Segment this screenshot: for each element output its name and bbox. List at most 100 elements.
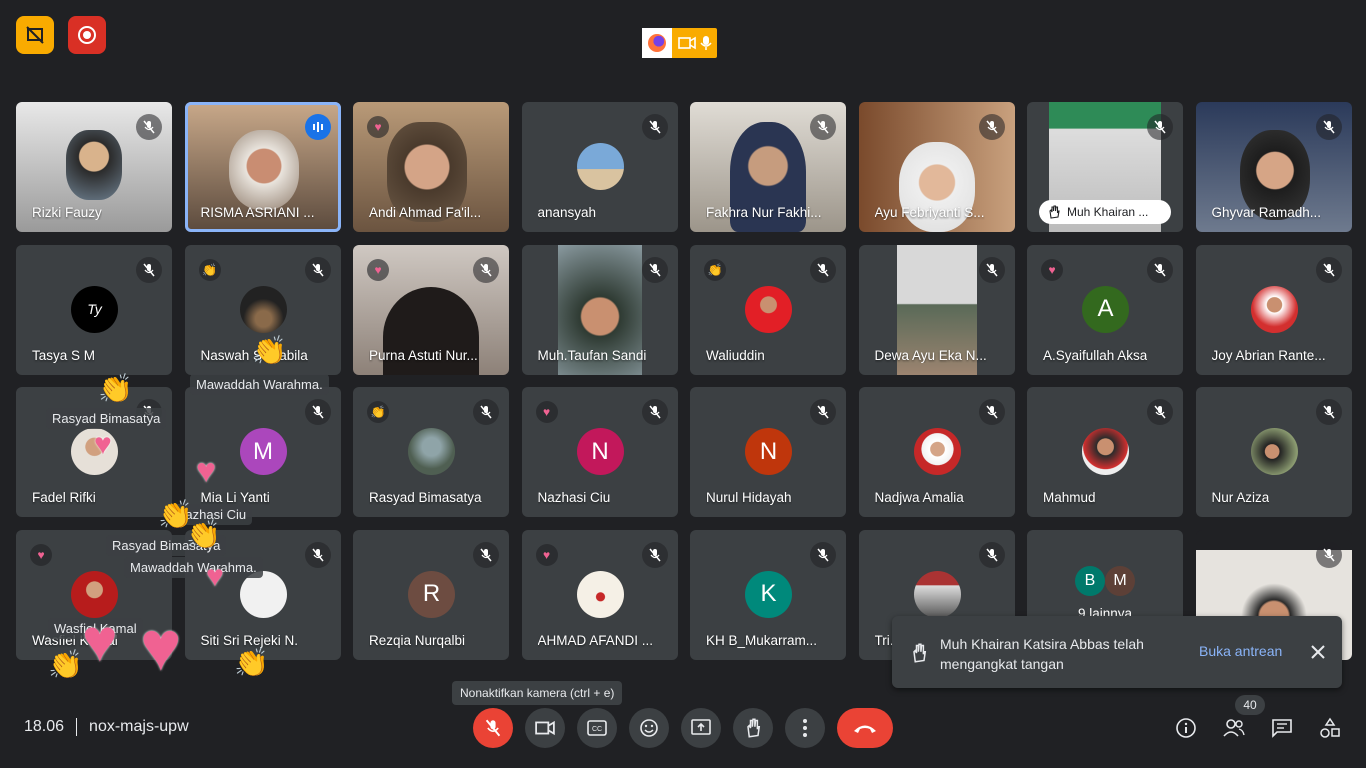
clap-icon: 👏 <box>252 335 287 366</box>
participant-tile[interactable]: anansyah <box>521 102 678 232</box>
record-button[interactable] <box>68 16 106 54</box>
participant-tile[interactable]: Ty Tasya S M <box>16 244 172 375</box>
clap-icon: 👏 <box>186 519 221 550</box>
mic-off-icon <box>1315 541 1342 568</box>
mic-off-icon <box>810 114 836 140</box>
present-now-button[interactable] <box>681 708 721 748</box>
participant-tile[interactable]: N Nurul Hidayah <box>690 387 846 517</box>
chat-button[interactable] <box>1266 712 1298 744</box>
close-icon[interactable] <box>1310 644 1326 660</box>
mic-off-icon <box>473 256 499 283</box>
participant-avatar <box>576 143 624 190</box>
meeting-details-button[interactable] <box>1170 712 1202 744</box>
open-queue-button[interactable]: Buka antrean <box>1199 643 1282 659</box>
participant-avatar <box>576 570 624 618</box>
participant-tile[interactable]: ♥ A A.Syaifullah Aksa <box>1027 244 1183 375</box>
participant-name: Rizki Fauzy <box>32 205 102 220</box>
camera-icon <box>678 36 696 50</box>
participant-tile[interactable]: R Rezqia Nurqalbi <box>353 529 509 660</box>
participant-tile[interactable]: 👏 Rasyad Bimasatya <box>353 387 509 517</box>
participant-name: Andi Ahmad Fa'il... <box>369 205 482 220</box>
mic-off-icon <box>641 256 668 283</box>
divider <box>76 718 78 736</box>
heart-icon: ♥ <box>30 543 52 566</box>
raised-hand-chip: Muh Khairan ... <box>1039 200 1171 224</box>
mic-toggle-button[interactable] <box>473 708 513 748</box>
reactions-button[interactable] <box>629 708 669 748</box>
participant-avatar: A <box>1082 285 1129 333</box>
participant-tile[interactable]: Joy Abrian Rante... <box>1195 244 1352 375</box>
participant-tile[interactable]: ♥ N Nazhasi Ciu <box>521 387 678 517</box>
participant-avatar: M <box>1105 565 1135 596</box>
participant-tile[interactable]: Ayu Febriyanti S... <box>858 102 1015 232</box>
participant-tile[interactable]: Nadjwa Amalia <box>858 387 1015 517</box>
presenting-button[interactable] <box>16 16 54 54</box>
participant-avatar: N <box>576 428 624 475</box>
participant-name: Nur Aziza <box>1211 490 1270 505</box>
participant-tile[interactable]: Ghyvar Ramadh... <box>1195 102 1352 232</box>
participant-tile[interactable]: Rizki Fauzy <box>16 102 172 232</box>
speaking-indicator-icon <box>304 114 331 140</box>
participant-name: Muh.Taufan Sandi <box>537 347 647 363</box>
hand-icon <box>747 718 761 738</box>
mic-off-icon <box>1315 399 1342 425</box>
participant-tile[interactable]: ♥ Purna Astuti Nur... <box>353 244 509 375</box>
mic-off-icon <box>304 399 331 425</box>
participant-avatar: R <box>408 570 455 618</box>
participant-tile[interactable]: Mahmud <box>1027 387 1183 517</box>
svg-text:CC: CC <box>592 726 602 733</box>
participant-tile[interactable]: Muh.Taufan Sandi <box>521 244 678 375</box>
raise-hand-button[interactable] <box>733 708 773 748</box>
sharing-indicator[interactable] <box>642 28 717 58</box>
participant-name: KH B_Mukarram... <box>706 632 818 648</box>
meeting-code: nox-majs-upw <box>89 718 189 735</box>
mic-off-icon <box>1315 256 1342 283</box>
participant-name: RISMA ASRIANI ... <box>200 205 315 220</box>
present-icon <box>691 719 711 735</box>
participant-avatar <box>913 428 961 475</box>
more-options-button[interactable] <box>785 708 825 748</box>
mic-off-icon <box>473 541 499 568</box>
camera-tooltip: Nonaktifkan kamera (ctrl + e) <box>452 681 623 705</box>
mic-off-icon <box>473 399 499 425</box>
mic-off-icon <box>485 719 501 737</box>
participant-name: Purna Astuti Nur... <box>369 347 478 363</box>
hand-icon <box>913 643 927 663</box>
participant-avatar <box>1082 428 1129 475</box>
mic-off-icon <box>136 114 162 140</box>
participant-name: Nadjwa Amalia <box>874 490 964 505</box>
participant-tile[interactable]: Nur Aziza <box>1195 387 1352 517</box>
meeting-time: 18.06 <box>24 718 65 735</box>
participant-tile[interactable]: Muh Khairan ... <box>1027 102 1183 232</box>
participant-name: Nurul Hidayah <box>706 490 792 505</box>
participant-name: A.Syaifullah Aksa <box>1043 347 1148 363</box>
participant-name: Joy Abrian Rante... <box>1211 347 1326 363</box>
participant-name: Ghyvar Ramadh... <box>1211 205 1322 220</box>
participant-avatar: Ty <box>71 285 118 333</box>
leave-call-button[interactable] <box>837 708 893 748</box>
camera-toggle-button[interactable] <box>525 708 565 748</box>
participant-tile[interactable]: ♥ AHMAD AFANDI ... <box>521 529 678 660</box>
participant-tile[interactable]: K KH B_Mukarram... <box>690 529 846 660</box>
mic-off-icon <box>810 541 836 568</box>
record-icon <box>78 26 96 44</box>
clap-icon: 👏 <box>98 373 133 404</box>
heart-icon: ♥ <box>196 452 217 490</box>
participant-tile[interactable]: Dewa Ayu Eka N... <box>858 244 1015 375</box>
activities-button[interactable] <box>1314 712 1346 744</box>
participant-name: Rezqia Nurqalbi <box>369 632 466 648</box>
people-icon <box>1223 719 1245 737</box>
participant-tile[interactable]: Fakhra Nur Fakhi... <box>690 102 846 232</box>
participant-tile[interactable]: RISMA ASRIANI ... <box>184 102 341 232</box>
reaction-sender-label: Rasyad Bimasatya <box>46 408 167 429</box>
participant-tile[interactable]: ♥ Andi Ahmad Fa'il... <box>353 102 509 232</box>
reaction-sender-label: Mawaddah Warahma. <box>190 374 329 395</box>
people-button[interactable] <box>1218 712 1250 744</box>
participant-name: AHMAD AFANDI ... <box>537 632 654 648</box>
captions-button[interactable]: CC <box>577 708 617 748</box>
participant-avatar <box>239 285 287 333</box>
participant-tile[interactable]: 👏 Waliuddin <box>690 244 846 375</box>
activities-icon <box>1320 717 1340 738</box>
participant-name: Fadel Rifki <box>32 490 96 505</box>
mic-off-icon <box>641 399 668 425</box>
